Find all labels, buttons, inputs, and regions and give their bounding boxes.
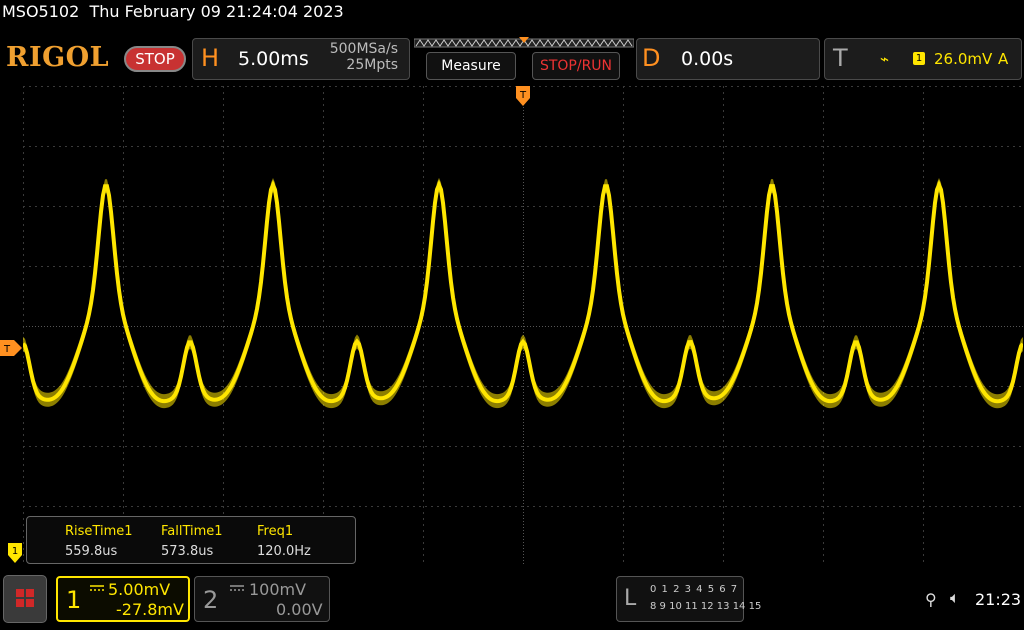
brand-logo: RIGOL [6,42,110,73]
acquisition-status-badge: STOP [124,46,186,72]
measurement-value: 120.0Hz [257,544,311,559]
channel2-offset: 0.00V [276,600,323,619]
measure-button[interactable]: Measure [426,52,516,80]
measurement-label: FallTime1 [161,524,223,539]
trigger-level-marker-icon[interactable]: T [0,340,22,356]
channel1-ground-marker-label: 1 [12,546,18,557]
logic-channels-row2: 8 9 10 11 12 13 14 15 [650,601,762,612]
menu-grid-icon [16,589,34,607]
title-bar: MSO5102 Thu February 09 21:24:04 2023 [2,2,344,21]
measurement-value: 559.8us [65,544,118,559]
channel1-scale: 5.00mV [108,580,171,599]
logic-channels-row1: 0 1 2 3 4 5 6 7 [650,584,739,595]
memory-depth: 25Mpts [346,57,398,73]
trigger-label: T [833,44,848,72]
trigger-level-marker-label: T [3,344,11,355]
measurement-label: RiseTime1 [65,524,133,539]
channel1-number: 1 [66,586,82,614]
sample-rate: 500MSa/s [329,41,398,57]
dc-coupling-icon [230,585,244,591]
usb-icon: ⚲ [925,590,937,609]
trigger-mode: A [998,50,1009,68]
model-name: MSO5102 [2,2,80,21]
trigger-position-marker-icon[interactable]: T [516,86,530,108]
delay-label: D [642,44,661,72]
trigger-position-marker-label: T [519,90,527,101]
rising-edge-icon: ⌁ [880,50,890,68]
status-clock: 21:23 [975,590,1022,609]
date-time: Thu February 09 21:24:04 2023 [89,2,344,21]
main-menu-button[interactable] [3,575,47,623]
trigger-source-badge: 1 [913,52,925,65]
waveform-display[interactable] [23,86,1023,566]
horizontal-label: H [201,44,220,72]
channel1-offset: -27.8mV [116,600,184,619]
delay-value: 0.00s [681,48,734,70]
stop-run-button[interactable]: STOP/RUN [532,52,620,80]
logic-analyzer-label: L [624,586,637,611]
dc-coupling-icon [90,585,104,591]
channel2-number: 2 [203,586,219,614]
memory-position-ribbon [414,37,634,48]
channel1-ground-marker-icon[interactable]: 1 [8,543,22,563]
graticule [23,86,1023,566]
trigger-level: 26.0mV [934,50,993,68]
speaker-muted-icon[interactable]: 🔈︎ [950,588,960,608]
channel2-scale: 100mV [249,580,307,599]
measurement-value: 573.8us [161,544,214,559]
measurement-panel[interactable]: RiseTime1 559.8us FallTime1 573.8us Freq… [26,516,356,564]
timebase-value: 5.00ms [238,48,309,70]
measurement-label: Freq1 [257,524,294,539]
